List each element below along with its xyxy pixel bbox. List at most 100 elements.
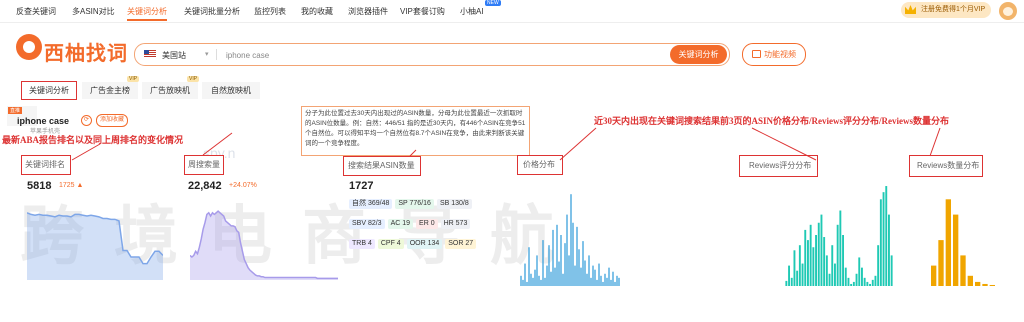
bar (548, 245, 550, 286)
bar (524, 263, 526, 286)
bar (801, 263, 804, 286)
bar (602, 281, 604, 286)
bar (879, 199, 882, 286)
bar (798, 245, 801, 286)
arrow-line (409, 149, 417, 157)
bar (804, 229, 807, 286)
bar (530, 273, 532, 286)
competition-chip: OOR 134 (406, 239, 443, 249)
bar (536, 255, 538, 286)
bar (975, 281, 981, 286)
bar (576, 226, 578, 286)
bar (592, 265, 594, 286)
bar (614, 281, 616, 286)
rank-delta-value: 1725 (59, 182, 75, 189)
bar (785, 280, 788, 286)
bar (606, 277, 608, 286)
bar (953, 214, 959, 286)
bar (890, 255, 893, 286)
arrow-line (71, 143, 101, 161)
price-distribution-chart (520, 194, 620, 286)
bar (598, 263, 600, 286)
bar (931, 265, 937, 286)
bar (584, 260, 586, 286)
bar (842, 235, 844, 286)
bar (855, 273, 858, 286)
bar (850, 283, 853, 286)
bar (588, 255, 590, 286)
bar (812, 247, 815, 286)
bar (582, 241, 584, 286)
bar (540, 279, 542, 286)
competition-chip: SP 776/16 (395, 199, 434, 209)
chip-row: TRB 4 CPF 4 OOR 134 SOR 27 (349, 239, 514, 249)
bar (982, 283, 988, 286)
arrow-line (751, 127, 817, 161)
bar (566, 214, 568, 286)
bar (558, 261, 560, 286)
bar (863, 277, 866, 286)
bar (839, 210, 842, 286)
bar (836, 224, 839, 286)
bar (866, 281, 869, 286)
bar (568, 255, 570, 286)
bar (578, 249, 580, 286)
bar (793, 250, 796, 286)
bar (847, 277, 850, 286)
bar (612, 271, 614, 286)
bar (560, 235, 562, 286)
bar (542, 240, 544, 286)
area-fill (190, 211, 338, 280)
competition-chips: 自然 369/48 SP 776/16 SB 130/8 SBV 82/3 AC 19 E… (349, 199, 514, 259)
bar (852, 281, 855, 286)
asin-value: 1727 (349, 180, 374, 192)
bar (574, 265, 576, 286)
bar (888, 214, 890, 286)
rank-value: 5818 (27, 180, 52, 192)
bar (526, 281, 528, 286)
bar (823, 237, 826, 286)
bar (869, 283, 871, 286)
bar (608, 267, 610, 286)
bar (882, 192, 885, 286)
bar (831, 245, 834, 286)
bar (861, 267, 863, 286)
bar (815, 235, 817, 286)
bar (788, 265, 790, 286)
bar (556, 224, 558, 286)
bar (989, 284, 995, 286)
bar (616, 275, 618, 286)
bar (834, 263, 836, 286)
bar (885, 186, 888, 286)
competition-chip: 自然 369/48 (349, 199, 393, 209)
area-fill (27, 212, 163, 280)
bar (534, 269, 536, 286)
bar (572, 222, 574, 286)
bar (807, 240, 809, 286)
rating-distribution-chart (785, 186, 893, 286)
bar (960, 255, 966, 286)
bar (596, 279, 598, 286)
bar (790, 277, 793, 286)
bar (520, 275, 522, 286)
bar (564, 243, 566, 286)
competition-chip: AC 19 (387, 219, 414, 229)
bar (874, 275, 877, 286)
bar (522, 279, 524, 286)
bar (538, 275, 540, 286)
bar (825, 255, 828, 286)
bar (528, 247, 530, 286)
review-count-chart (931, 199, 995, 286)
bar (552, 229, 554, 286)
competition-chip: CPF 4 (377, 239, 404, 249)
bar (586, 273, 588, 286)
competition-chip: SBV 82/3 (349, 219, 385, 229)
competition-chip: HR 573 (440, 219, 471, 229)
chip-row: 自然 369/48 SP 776/16 SB 130/8 (349, 199, 514, 209)
bar (594, 269, 596, 286)
arrow-line (202, 132, 233, 156)
bar (820, 214, 823, 286)
bar (580, 267, 582, 286)
bar (945, 199, 951, 286)
bar (546, 265, 548, 286)
